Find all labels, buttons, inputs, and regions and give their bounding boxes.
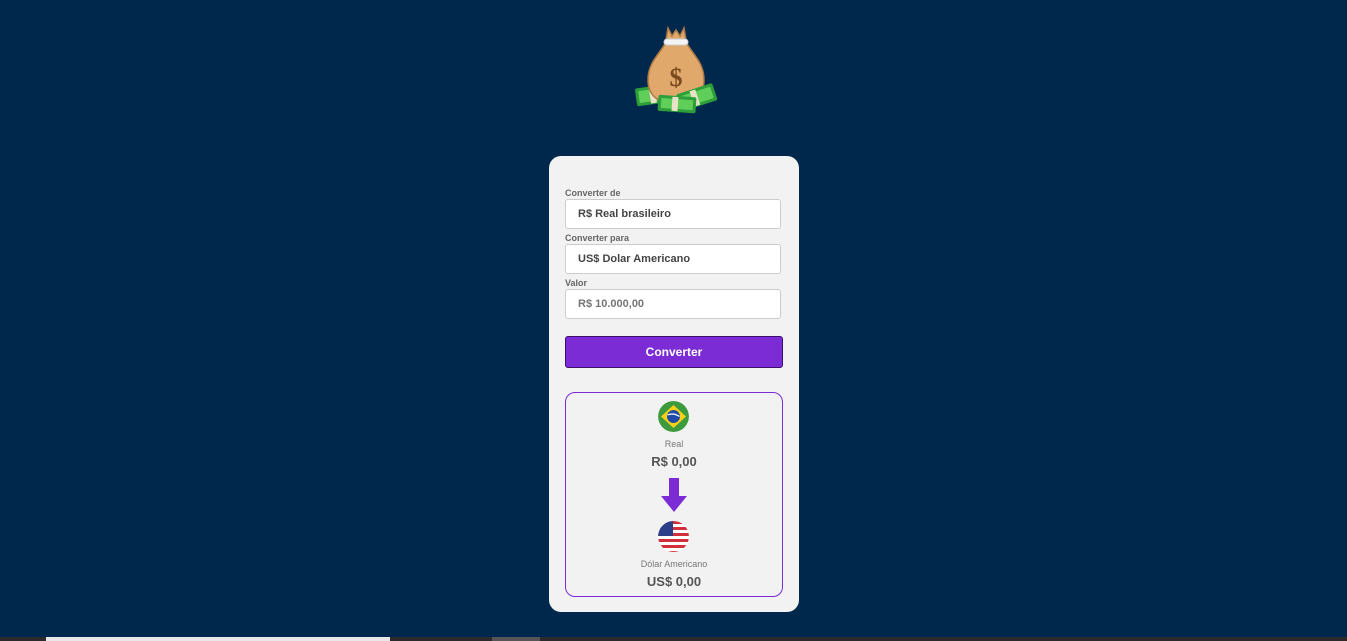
- to-currency-select[interactable]: US$ Dolar Americano: [565, 244, 781, 274]
- usa-flag-icon: [658, 521, 689, 552]
- result-panel: Real R$ 0,00 Dólar Americano US$ 0,00: [565, 392, 783, 597]
- to-currency-label: Converter para: [565, 233, 630, 243]
- from-currency-select[interactable]: R$ Real brasileiro: [565, 199, 781, 229]
- target-currency-value: US$ 0,00: [646, 574, 702, 589]
- source-currency-value: R$ 0,00: [651, 454, 697, 469]
- taskbar-strip: [0, 637, 1347, 641]
- amount-field[interactable]: [565, 289, 781, 319]
- taskbar-segment: [492, 637, 540, 641]
- brazil-flag-icon: [658, 401, 689, 432]
- target-currency-name: Dólar Americano: [640, 559, 708, 569]
- money-bag-icon: $: [632, 24, 720, 114]
- convert-button[interactable]: Converter: [565, 336, 783, 368]
- converter-card: Converter de R$ Real brasileiro Converte…: [549, 156, 799, 612]
- arrow-down-icon: [661, 478, 687, 514]
- taskbar-segment: [46, 637, 390, 641]
- from-currency-label: Converter de: [565, 188, 621, 198]
- amount-input[interactable]: [578, 290, 768, 318]
- svg-text:$: $: [670, 63, 683, 92]
- source-currency-name: Real: [664, 439, 684, 449]
- amount-label: Valor: [565, 278, 588, 288]
